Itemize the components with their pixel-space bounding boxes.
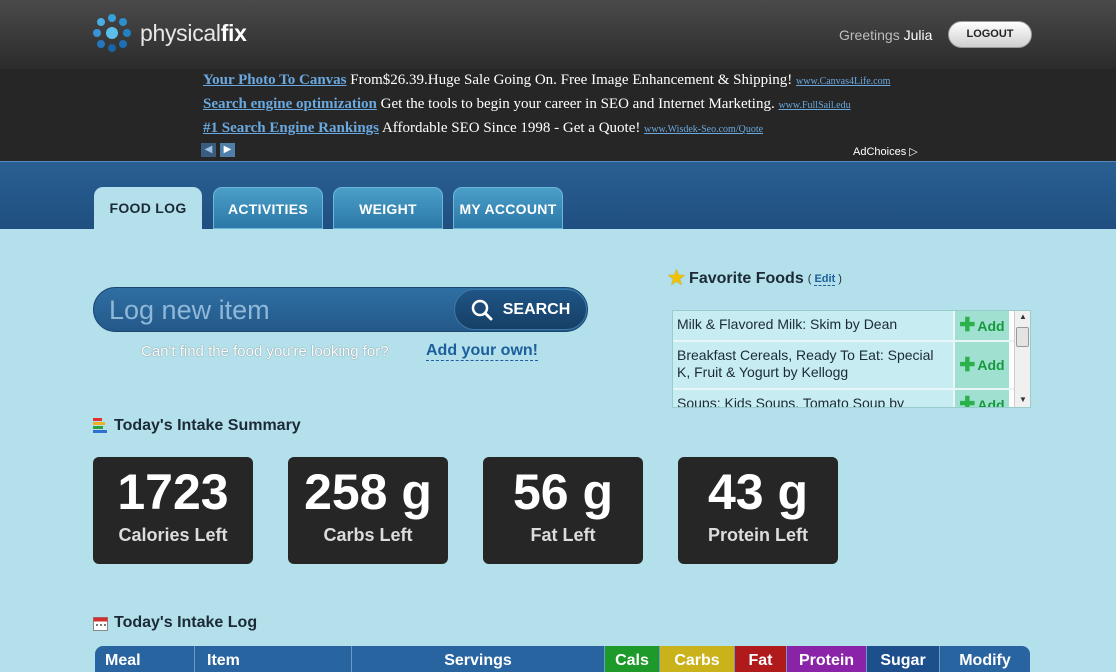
favorite-food-name: Breakfast Cereals, Ready To Eat: Special… — [673, 342, 953, 388]
ad-strip: Your Photo To Canvas From$26.39.Huge Sal… — [0, 69, 1116, 161]
user-name: Julia — [903, 27, 933, 43]
ad-title-link[interactable]: #1 Search Engine Rankings — [203, 120, 379, 136]
favorite-food-name: Milk & Flavored Milk: Skim by Dean — [673, 311, 953, 340]
tab-activities[interactable]: ACTIVITIES — [213, 187, 323, 229]
tab-weight[interactable]: WEIGHT — [333, 187, 443, 229]
column-header-modify: Modify — [959, 652, 1011, 669]
scroll-up-icon[interactable]: ▲ — [1016, 312, 1030, 325]
calories-left-value: 1723 — [117, 464, 229, 520]
favorite-foods-list[interactable]: Milk & Flavored Milk: Skim by Dean ✚ Add … — [672, 310, 1031, 408]
intake-log-title: Today's Intake Log — [93, 614, 257, 632]
greeting: Greetings Julia — [839, 27, 933, 43]
add-favorite-button[interactable]: ✚ Add — [953, 342, 1009, 388]
tab-my-account[interactable]: MY ACCOUNT — [453, 187, 563, 229]
add-favorite-button[interactable]: ✚ Add — [953, 390, 1009, 408]
logo[interactable]: physicalfix — [92, 13, 247, 53]
search-button[interactable]: SEARCH — [454, 289, 587, 330]
ad-title-link[interactable]: Search engine optimization — [203, 96, 377, 112]
carbs-left-value: 258 g — [304, 464, 432, 520]
scroll-down-icon[interactable]: ▼ — [1016, 395, 1030, 407]
list-item: Soups: Kids Soups, Tomato Soup by ✚ Add — [673, 390, 1030, 408]
list-item: Milk & Flavored Milk: Skim by Dean ✚ Add — [673, 311, 1030, 342]
ad-item[interactable]: Search engine optimization Get the tools… — [203, 96, 851, 113]
calories-left-card: 1723 Calories Left — [93, 457, 253, 564]
list-item: Breakfast Cereals, Ready To Eat: Special… — [673, 342, 1030, 390]
ad-item[interactable]: Your Photo To Canvas From$26.39.Huge Sal… — [203, 72, 890, 89]
carbs-left-label: Carbs Left — [323, 525, 413, 545]
column-header-cals[interactable]: Cals — [605, 646, 660, 672]
adchoices-icon: ▷ — [909, 146, 918, 158]
favorites-scrollbar[interactable]: ▲ ▼ — [1014, 311, 1030, 407]
logout-button[interactable]: LOGOUT — [948, 21, 1032, 48]
column-header-meal[interactable]: Meal — [95, 646, 195, 672]
favorite-food-name: Soups: Kids Soups, Tomato Soup by — [673, 390, 953, 407]
stack-icon — [93, 418, 107, 433]
fat-left-card: 56 g Fat Left — [483, 457, 643, 564]
add-favorite-button[interactable]: ✚ Add — [953, 311, 1009, 340]
search-input[interactable] — [109, 294, 439, 326]
column-header-carbs[interactable]: Carbs — [660, 646, 735, 672]
column-header-servings[interactable]: Servings — [352, 646, 605, 672]
plus-icon: ✚ — [959, 315, 976, 336]
protein-left-card: 43 g Protein Left — [678, 457, 838, 564]
calendar-icon — [93, 616, 108, 631]
column-header-fat[interactable]: Fat — [735, 646, 787, 672]
cant-find-text: Can't find the food you're looking for? — [141, 343, 389, 360]
star-icon: ★ — [668, 268, 686, 289]
carbs-left-card: 258 g Carbs Left — [288, 457, 448, 564]
fat-left-value: 56 g — [512, 464, 614, 520]
column-header-item[interactable]: Item — [195, 646, 352, 672]
ad-next-icon[interactable]: ▶ — [220, 143, 235, 157]
plus-icon: ✚ — [959, 394, 976, 408]
column-header-sugar[interactable]: Sugar — [867, 646, 940, 672]
search-bar: SEARCH — [93, 287, 588, 332]
intake-summary-title: Today's Intake Summary — [93, 417, 301, 435]
protein-left-label: Protein Left — [707, 525, 808, 545]
fat-left-label: Fat Left — [530, 525, 596, 545]
edit-favorites-link[interactable]: Edit — [814, 272, 836, 286]
favorite-foods-title: ★ Favorite Foods ( Edit ) — [668, 268, 842, 289]
ad-prev-icon[interactable]: ◀ — [201, 143, 216, 157]
adchoices-link[interactable]: AdChoices ▷ — [853, 145, 918, 158]
plus-icon: ✚ — [959, 354, 976, 376]
tab-food-log[interactable]: FOOD LOG — [94, 187, 202, 231]
logo-icon — [93, 14, 131, 52]
ad-title-link[interactable]: Your Photo To Canvas — [203, 72, 347, 88]
nav-band: FOOD LOG ACTIVITIES WEIGHT MY ACCOUNT — [0, 161, 1116, 231]
protein-left-value: 43 g — [707, 464, 809, 520]
column-header-protein[interactable]: Protein — [787, 646, 867, 672]
calories-left-label: Calories Left — [118, 525, 228, 545]
top-header: physicalfix Greetings Julia LOGOUT — [0, 0, 1116, 69]
intake-log-header: Meal Item Servings Cals Carbs Fat Protei… — [95, 646, 1030, 672]
logo-text: physicalfix — [140, 19, 247, 46]
scroll-thumb[interactable] — [1016, 327, 1029, 347]
add-your-own-link[interactable]: Add your own! — [426, 342, 538, 361]
ad-item[interactable]: #1 Search Engine Rankings Affordable SEO… — [203, 120, 763, 137]
search-icon — [471, 299, 493, 320]
